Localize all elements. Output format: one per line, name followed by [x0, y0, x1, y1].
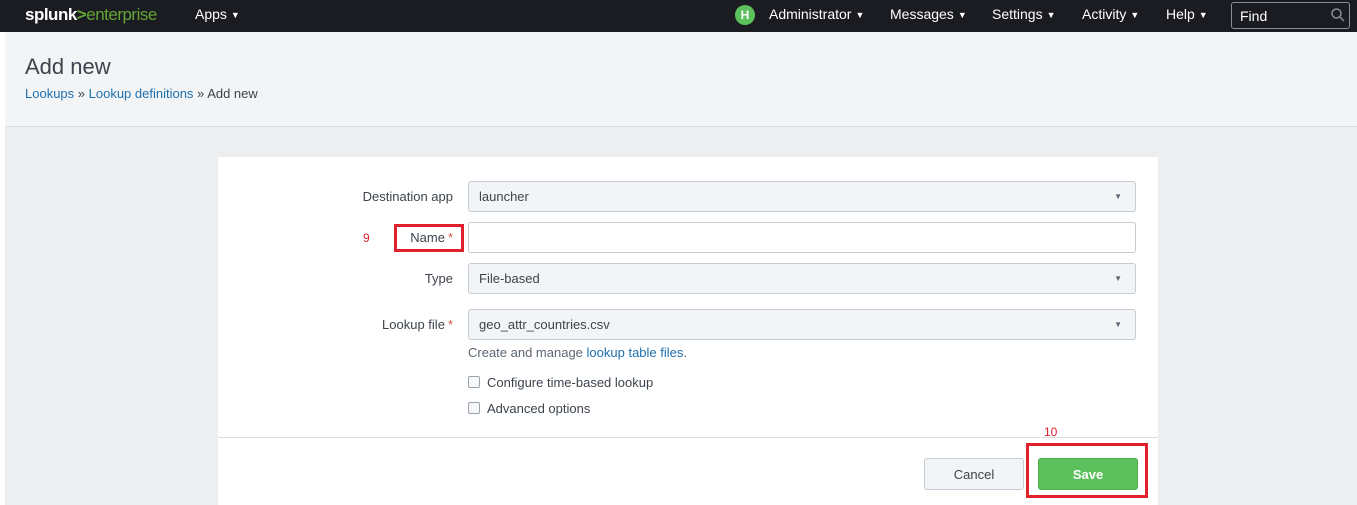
- apps-menu[interactable]: Apps ▼: [195, 0, 240, 32]
- logo-product: enterprise: [86, 5, 157, 24]
- chevron-down-icon: ▼: [1114, 320, 1122, 329]
- annotation-step-10: 10: [1044, 425, 1058, 439]
- find-input[interactable]: [1232, 3, 1327, 28]
- name-input[interactable]: [468, 222, 1136, 253]
- lookup-file-help-text: Create and manage lookup table files.: [468, 345, 687, 360]
- logo-brand: splunk: [25, 5, 77, 24]
- lookup-table-files-link[interactable]: lookup table files: [587, 345, 684, 360]
- time-based-lookup-checkbox[interactable]: [468, 376, 480, 388]
- advanced-options-label: Advanced options: [487, 401, 591, 416]
- help-prefix: Create and manage: [468, 345, 587, 360]
- breadcrumb-lookup-definitions-link[interactable]: Lookup definitions: [89, 86, 194, 101]
- user-menu-label: Administrator: [769, 6, 852, 22]
- search-icon[interactable]: [1330, 7, 1346, 23]
- destination-app-label: Destination app: [363, 189, 453, 204]
- chevron-down-icon: ▼: [1114, 274, 1122, 283]
- lookup-file-label: Lookup file *: [382, 317, 453, 332]
- type-label-text: Type: [424, 271, 453, 286]
- lookup-file-value: geo_attr_countries.csv: [479, 317, 610, 332]
- breadcrumb: Lookups » Lookup definitions » Add new: [25, 86, 258, 101]
- page-title: Add new: [25, 54, 111, 79]
- breadcrumb-current: Add new: [207, 86, 258, 101]
- required-asterisk: *: [447, 317, 453, 332]
- help-menu[interactable]: Help ▼: [1166, 0, 1208, 32]
- splunk-enterprise-logo[interactable]: splunk>enterprise: [25, 5, 157, 25]
- help-menu-label: Help: [1166, 6, 1195, 22]
- lookup-file-select[interactable]: geo_attr_countries.csv ▼: [468, 309, 1136, 340]
- time-based-lookup-label: Configure time-based lookup: [487, 375, 654, 390]
- find-box: [1231, 2, 1350, 29]
- annotation-step-9: 9: [363, 231, 370, 245]
- activity-menu-label: Activity: [1082, 6, 1127, 22]
- help-suffix: .: [683, 345, 687, 360]
- chevron-down-icon: ▼: [957, 10, 967, 20]
- destination-app-value: launcher: [479, 189, 529, 204]
- cancel-button[interactable]: Cancel: [924, 458, 1024, 490]
- messages-menu-label: Messages: [890, 6, 954, 22]
- breadcrumb-lookups-link[interactable]: Lookups: [25, 86, 74, 101]
- chevron-down-icon: ▼: [1130, 10, 1140, 20]
- activity-menu[interactable]: Activity ▼: [1082, 0, 1139, 32]
- page-header: Add new Lookups » Lookup definitions » A…: [5, 32, 1357, 127]
- lookup-file-label-text: Lookup file: [382, 317, 445, 332]
- annotation-box-save: [1026, 443, 1148, 498]
- chevron-down-icon: ▼: [1114, 192, 1122, 201]
- chevron-down-icon: ▼: [1198, 10, 1208, 20]
- advanced-options-checkbox[interactable]: [468, 402, 480, 414]
- apps-menu-label: Apps: [195, 6, 227, 22]
- chevron-down-icon: ▼: [230, 10, 240, 20]
- type-value: File-based: [479, 271, 540, 286]
- chevron-down-icon: ▼: [1046, 10, 1056, 20]
- add-lookup-form-panel: Destination app launcher ▼ Name * Type Fi…: [218, 157, 1158, 505]
- settings-menu-label: Settings: [992, 6, 1043, 22]
- breadcrumb-separator: »: [193, 86, 208, 101]
- breadcrumb-separator: »: [74, 86, 89, 101]
- logo-chevron: >: [76, 5, 87, 24]
- settings-menu[interactable]: Settings ▼: [992, 0, 1056, 32]
- form-footer-divider: [218, 437, 1158, 438]
- type-label: Type: [425, 271, 453, 286]
- annotation-box-name: [394, 224, 464, 252]
- destination-app-label-text: Destination app: [362, 189, 453, 204]
- messages-menu[interactable]: Messages ▼: [890, 0, 967, 32]
- destination-app-select[interactable]: launcher ▼: [468, 181, 1136, 212]
- user-avatar[interactable]: H: [735, 5, 755, 25]
- advanced-options-checkbox-row[interactable]: Advanced options: [468, 401, 590, 417]
- time-based-lookup-checkbox-row[interactable]: Configure time-based lookup: [468, 375, 653, 391]
- user-menu[interactable]: Administrator ▼: [769, 0, 864, 32]
- type-select[interactable]: File-based ▼: [468, 263, 1136, 294]
- top-navigation-bar: splunk>enterprise Apps ▼ H Administrator ▼…: [0, 0, 1357, 32]
- chevron-down-icon: ▼: [855, 10, 865, 20]
